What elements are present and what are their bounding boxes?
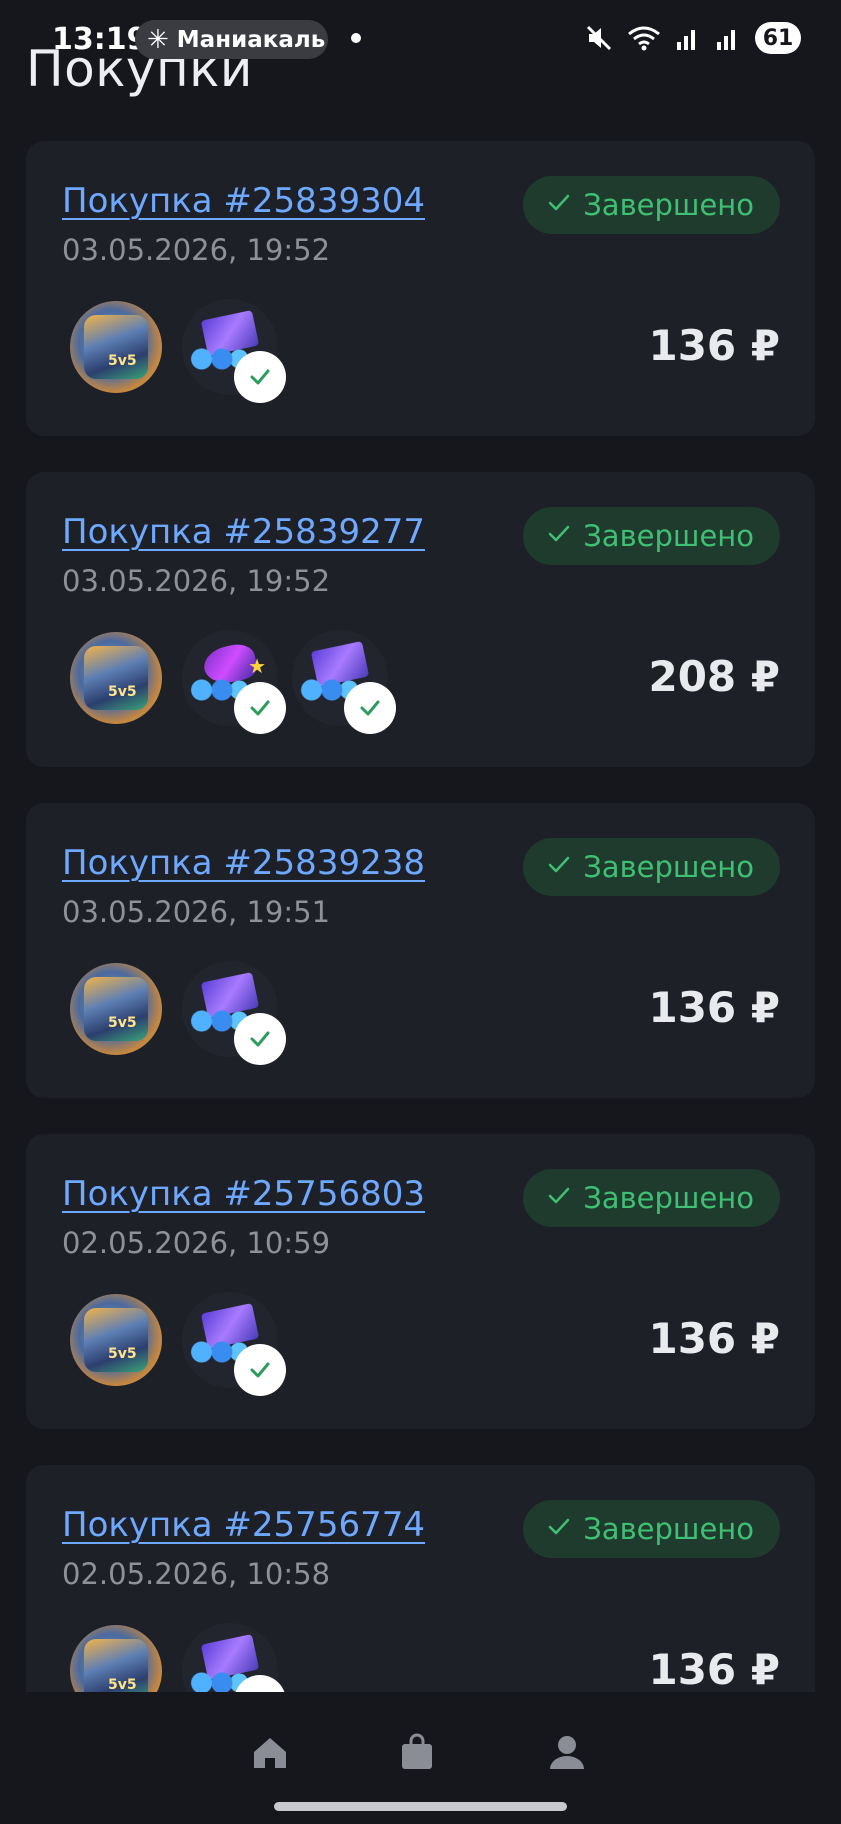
game-icon: 5v5 [70,1294,162,1386]
delivered-check-icon [234,351,286,403]
order-price: 208 ₽ [648,652,780,701]
status-icons: 61 [585,22,801,54]
notification-text: Маниакаль [176,26,326,53]
nav-purchases[interactable] [387,1722,447,1782]
status-badge: Завершено [523,507,780,565]
status-badge: Завершено [523,1500,780,1558]
product-diamonds [182,1292,286,1396]
sparkle-icon: ✳ [147,24,169,55]
game-icon-label: 5v5 [108,1677,137,1693]
home-icon [254,1738,286,1768]
game-icon-label: 5v5 [108,1346,137,1362]
screen: 13:19 ✳ Маниакаль 61 Покупки Покупка #25… [0,0,841,1824]
order-date: 02.05.2026, 10:59 [62,1226,331,1260]
order-link[interactable]: Покупка #25839238 [62,843,425,883]
game-icon-label: 5v5 [108,1015,137,1031]
delivered-check-icon [344,682,396,734]
nav-profile[interactable] [537,1722,597,1782]
game-icon: 5v5 [70,963,162,1055]
order-items: 5v5 [70,299,292,403]
status-badge: Завершено [523,176,780,234]
order-price: 136 ₽ [648,983,780,1032]
game-icon: 5v5 [70,632,162,724]
product-diamonds [182,961,286,1065]
check-icon [547,1512,571,1546]
signal-icon [677,30,695,50]
mute-icon [586,25,612,51]
order-date: 03.05.2026, 19:51 [62,895,331,929]
delivered-check-icon [234,1013,286,1065]
home-indicator [274,1802,567,1811]
status-badge: Завершено [523,838,780,896]
order-link[interactable]: Покупка #25756774 [62,1505,425,1545]
status-badge: Завершено [523,1169,780,1227]
order-card[interactable]: Покупка #25839304 03.05.2026, 19:52 Заве… [26,141,815,436]
game-art [84,646,148,710]
star-icon: ★ [248,654,266,678]
order-card[interactable]: Покупка #25839238 03.05.2026, 19:51 Заве… [26,803,815,1098]
check-icon [547,519,571,553]
game-art [84,315,148,379]
game-art [84,977,148,1041]
wifi-icon [628,26,660,51]
order-date: 03.05.2026, 19:52 [62,564,331,598]
order-link[interactable]: Покупка #25839304 [62,181,425,221]
product-diamonds [292,630,396,734]
profile-icon [550,1736,584,1769]
check-icon [547,1181,571,1215]
order-date: 02.05.2026, 10:58 [62,1557,331,1591]
order-link[interactable]: Покупка #25839277 [62,512,425,552]
game-icon-label: 5v5 [108,353,137,369]
status-time: 13:19 [52,22,148,57]
delivered-check-icon [234,1344,286,1396]
check-icon [547,188,571,222]
nav-home[interactable] [240,1722,300,1782]
signal-icon-2 [717,30,735,50]
check-icon [547,850,571,884]
order-price: 136 ₽ [648,1645,780,1694]
game-icon-label: 5v5 [108,684,137,700]
product-diamonds [182,299,286,403]
order-items: 5v5 [70,961,292,1065]
product-starlight: ★ [182,630,286,734]
status-label: Завершено [583,850,754,884]
status-label: Завершено [583,1181,754,1215]
orders-list: Покупка #25839304 03.05.2026, 19:52 Заве… [26,141,815,1796]
status-label: Завершено [583,519,754,553]
order-date: 03.05.2026, 19:52 [62,233,331,267]
order-items: 5v5 [70,1292,292,1396]
battery-indicator: 61 [755,22,801,54]
order-card[interactable]: Покупка #25756803 02.05.2026, 10:59 Заве… [26,1134,815,1429]
notification-pill[interactable]: ✳ Маниакаль [135,20,328,59]
status-label: Завершено [583,1512,754,1546]
delivered-check-icon [234,682,286,734]
notification-dot [351,33,361,43]
order-items: 5v5 ★ [70,630,402,734]
order-price: 136 ₽ [648,1314,780,1363]
order-card[interactable]: Покупка #25839277 03.05.2026, 19:52 Заве… [26,472,815,767]
order-price: 136 ₽ [648,321,780,370]
status-bar: 13:19 ✳ Маниакаль 61 [0,0,841,78]
game-art [84,1308,148,1372]
status-label: Завершено [583,188,754,222]
shopping-bag-icon [402,1733,432,1769]
game-icon: 5v5 [70,301,162,393]
order-link[interactable]: Покупка #25756803 [62,1174,425,1214]
